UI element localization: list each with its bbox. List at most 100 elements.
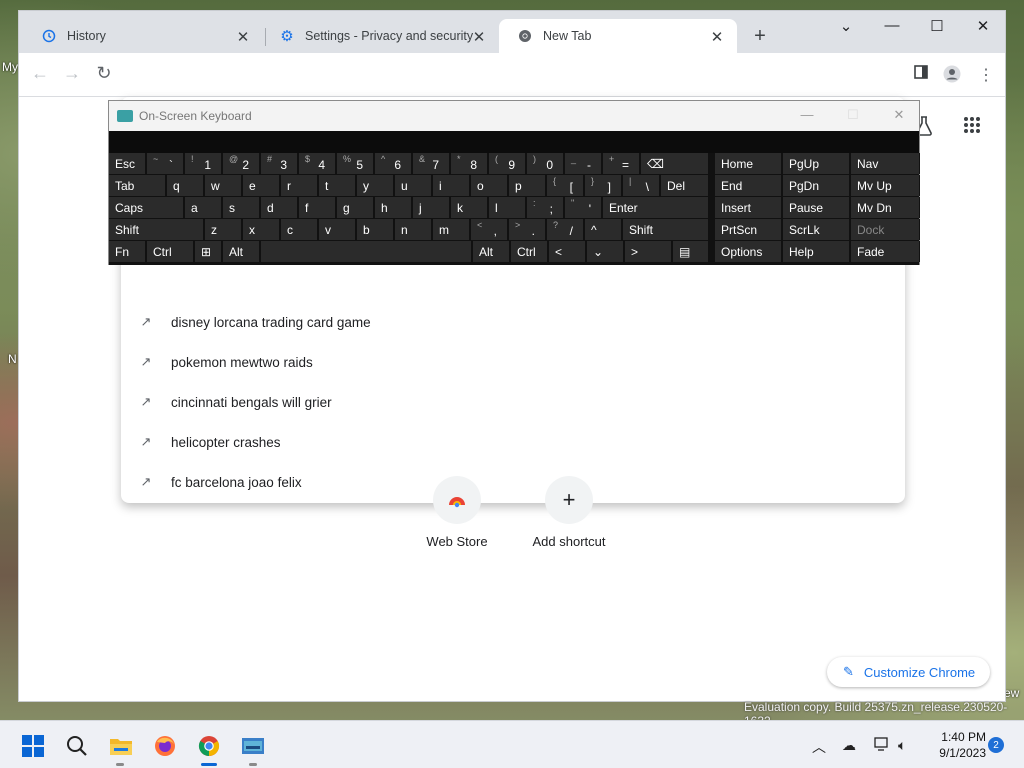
key-<[interactable]: < bbox=[549, 241, 586, 262]
key-home[interactable]: Home bbox=[715, 153, 782, 174]
key-^[interactable]: ^ bbox=[585, 219, 622, 240]
key-scrlk[interactable]: ScrLk bbox=[783, 219, 850, 240]
key-help[interactable]: Help bbox=[783, 241, 850, 262]
key-w[interactable]: w bbox=[205, 175, 242, 196]
desktop-icon-label[interactable]: My bbox=[2, 60, 18, 74]
desktop-icon-label[interactable]: ew bbox=[1004, 686, 1019, 700]
key-c[interactable]: c bbox=[281, 219, 318, 240]
key-,[interactable]: <, bbox=[471, 219, 508, 240]
key-2[interactable]: @2 bbox=[223, 153, 260, 174]
key-s[interactable]: s bbox=[223, 197, 260, 218]
desktop-icon-label[interactable]: N bbox=[8, 352, 17, 366]
key-tab[interactable]: Tab bbox=[109, 175, 166, 196]
key-v[interactable]: v bbox=[319, 219, 356, 240]
suggestion-row[interactable]: ↗ helicopter crashes bbox=[121, 422, 905, 462]
clock[interactable]: 1:40 PM 9/1/2023 bbox=[930, 729, 986, 761]
key-alt[interactable]: Alt bbox=[473, 241, 510, 262]
key-7[interactable]: & 7 bbox=[413, 153, 450, 174]
back-button[interactable]: ← bbox=[29, 63, 51, 84]
tab-history[interactable]: History ✕ bbox=[23, 19, 263, 53]
key-options[interactable]: Options bbox=[715, 241, 782, 262]
key-l[interactable]: l bbox=[489, 197, 526, 218]
suggestion-row[interactable]: ↗ disney lorcana trading card game bbox=[121, 302, 905, 342]
forward-button[interactable]: → bbox=[61, 63, 83, 84]
key-shift[interactable]: Shift bbox=[623, 219, 709, 240]
key->[interactable]: > bbox=[625, 241, 672, 262]
firefox-icon[interactable] bbox=[152, 733, 178, 759]
key-3[interactable]: #3 bbox=[261, 153, 298, 174]
osk-close-button[interactable]: ✕ bbox=[889, 107, 909, 123]
key-=[interactable]: + = bbox=[603, 153, 640, 174]
key-mv-up[interactable]: Mv Up bbox=[851, 175, 920, 196]
suggestion-row[interactable]: ↗ fc barcelona joao felix bbox=[121, 462, 905, 502]
key-n[interactable]: n bbox=[395, 219, 432, 240]
key-][interactable]: }] bbox=[585, 175, 622, 196]
key-nav[interactable]: Nav bbox=[851, 153, 920, 174]
key-'[interactable]: " ' bbox=[565, 197, 602, 218]
profile-avatar-icon[interactable] bbox=[942, 65, 962, 88]
key-i[interactable]: i bbox=[433, 175, 470, 196]
key-t[interactable]: t bbox=[319, 175, 356, 196]
key-y[interactable]: y bbox=[357, 175, 394, 196]
key-;[interactable]: :; bbox=[527, 197, 564, 218]
key-pgup[interactable]: PgUp bbox=[783, 153, 850, 174]
key-4[interactable]: $4 bbox=[299, 153, 336, 174]
file-explorer-icon[interactable] bbox=[108, 733, 134, 759]
maximize-button[interactable]: ☐ bbox=[922, 17, 952, 35]
key-prtscn[interactable]: PrtScn bbox=[715, 219, 782, 240]
key-ctrl[interactable]: Ctrl bbox=[511, 241, 548, 262]
key-▤[interactable]: ▤ bbox=[673, 241, 709, 262]
network-icon[interactable] bbox=[874, 737, 890, 754]
shortcut-add[interactable]: + Add shortcut bbox=[514, 476, 624, 549]
osk-maximize-button[interactable]: ☐ bbox=[843, 107, 863, 123]
shortcut-web-store[interactable]: Web Store bbox=[402, 476, 512, 549]
key-alt[interactable]: Alt bbox=[223, 241, 260, 262]
new-tab-button[interactable]: + bbox=[749, 25, 771, 48]
key-5[interactable]: % 5 bbox=[337, 153, 374, 174]
volume-icon[interactable]: 🔈︎ bbox=[898, 737, 906, 754]
key--[interactable]: _ - bbox=[565, 153, 602, 174]
side-panel-icon[interactable] bbox=[911, 65, 931, 84]
key-`[interactable]: ~ ` bbox=[147, 153, 184, 174]
key-⌫[interactable]: ⌫ bbox=[641, 153, 709, 174]
key-caps[interactable]: Caps bbox=[109, 197, 184, 218]
key-space[interactable] bbox=[261, 241, 472, 262]
key-u[interactable]: u bbox=[395, 175, 432, 196]
key-shift[interactable]: Shift bbox=[109, 219, 204, 240]
key-x[interactable]: x bbox=[243, 219, 280, 240]
key-p[interactable]: p bbox=[509, 175, 546, 196]
search-icon[interactable] bbox=[64, 733, 90, 759]
key-e[interactable]: e bbox=[243, 175, 280, 196]
suggestion-row[interactable]: ↗ cincinnati bengals will grier bbox=[121, 382, 905, 422]
key-.[interactable]: >. bbox=[509, 219, 546, 240]
key-1[interactable]: ! 1 bbox=[185, 153, 222, 174]
key-insert[interactable]: Insert bbox=[715, 197, 782, 218]
reload-button[interactable]: ↻ bbox=[93, 63, 115, 84]
key-j[interactable]: j bbox=[413, 197, 450, 218]
onedrive-cloud-icon[interactable]: ☁ bbox=[842, 737, 856, 754]
key-dock[interactable]: Dock bbox=[851, 219, 920, 240]
key-enter[interactable]: Enter bbox=[603, 197, 709, 218]
chrome-icon[interactable] bbox=[196, 733, 222, 759]
key-d[interactable]: d bbox=[261, 197, 298, 218]
notification-badge[interactable]: 2 bbox=[988, 737, 1004, 753]
key-o[interactable]: o bbox=[471, 175, 508, 196]
key-pgdn[interactable]: PgDn bbox=[783, 175, 850, 196]
tab-search-chevron-icon[interactable]: ⌄ bbox=[831, 17, 861, 35]
key-g[interactable]: g bbox=[337, 197, 374, 218]
apps-grid-icon[interactable] bbox=[963, 116, 981, 140]
close-tab-icon[interactable]: ✕ bbox=[709, 28, 725, 46]
key-r[interactable]: r bbox=[281, 175, 318, 196]
tab-new-tab[interactable]: New Tab ✕ bbox=[499, 19, 737, 53]
key-fade[interactable]: Fade bbox=[851, 241, 920, 262]
windows-start-icon[interactable] bbox=[20, 733, 46, 759]
close-tab-icon[interactable]: ✕ bbox=[235, 28, 251, 46]
key-pause[interactable]: Pause bbox=[783, 197, 850, 218]
key-6[interactable]: ^ 6 bbox=[375, 153, 412, 174]
customize-chrome-button[interactable]: ✎ Customize Chrome bbox=[827, 657, 990, 687]
key-mv-dn[interactable]: Mv Dn bbox=[851, 197, 920, 218]
key-m[interactable]: m bbox=[433, 219, 470, 240]
osk-minimize-button[interactable]: — bbox=[797, 107, 817, 122]
key-0[interactable]: ) 0 bbox=[527, 153, 564, 174]
osk-titlebar[interactable]: On-Screen Keyboard — ☐ ✕ bbox=[109, 101, 919, 131]
